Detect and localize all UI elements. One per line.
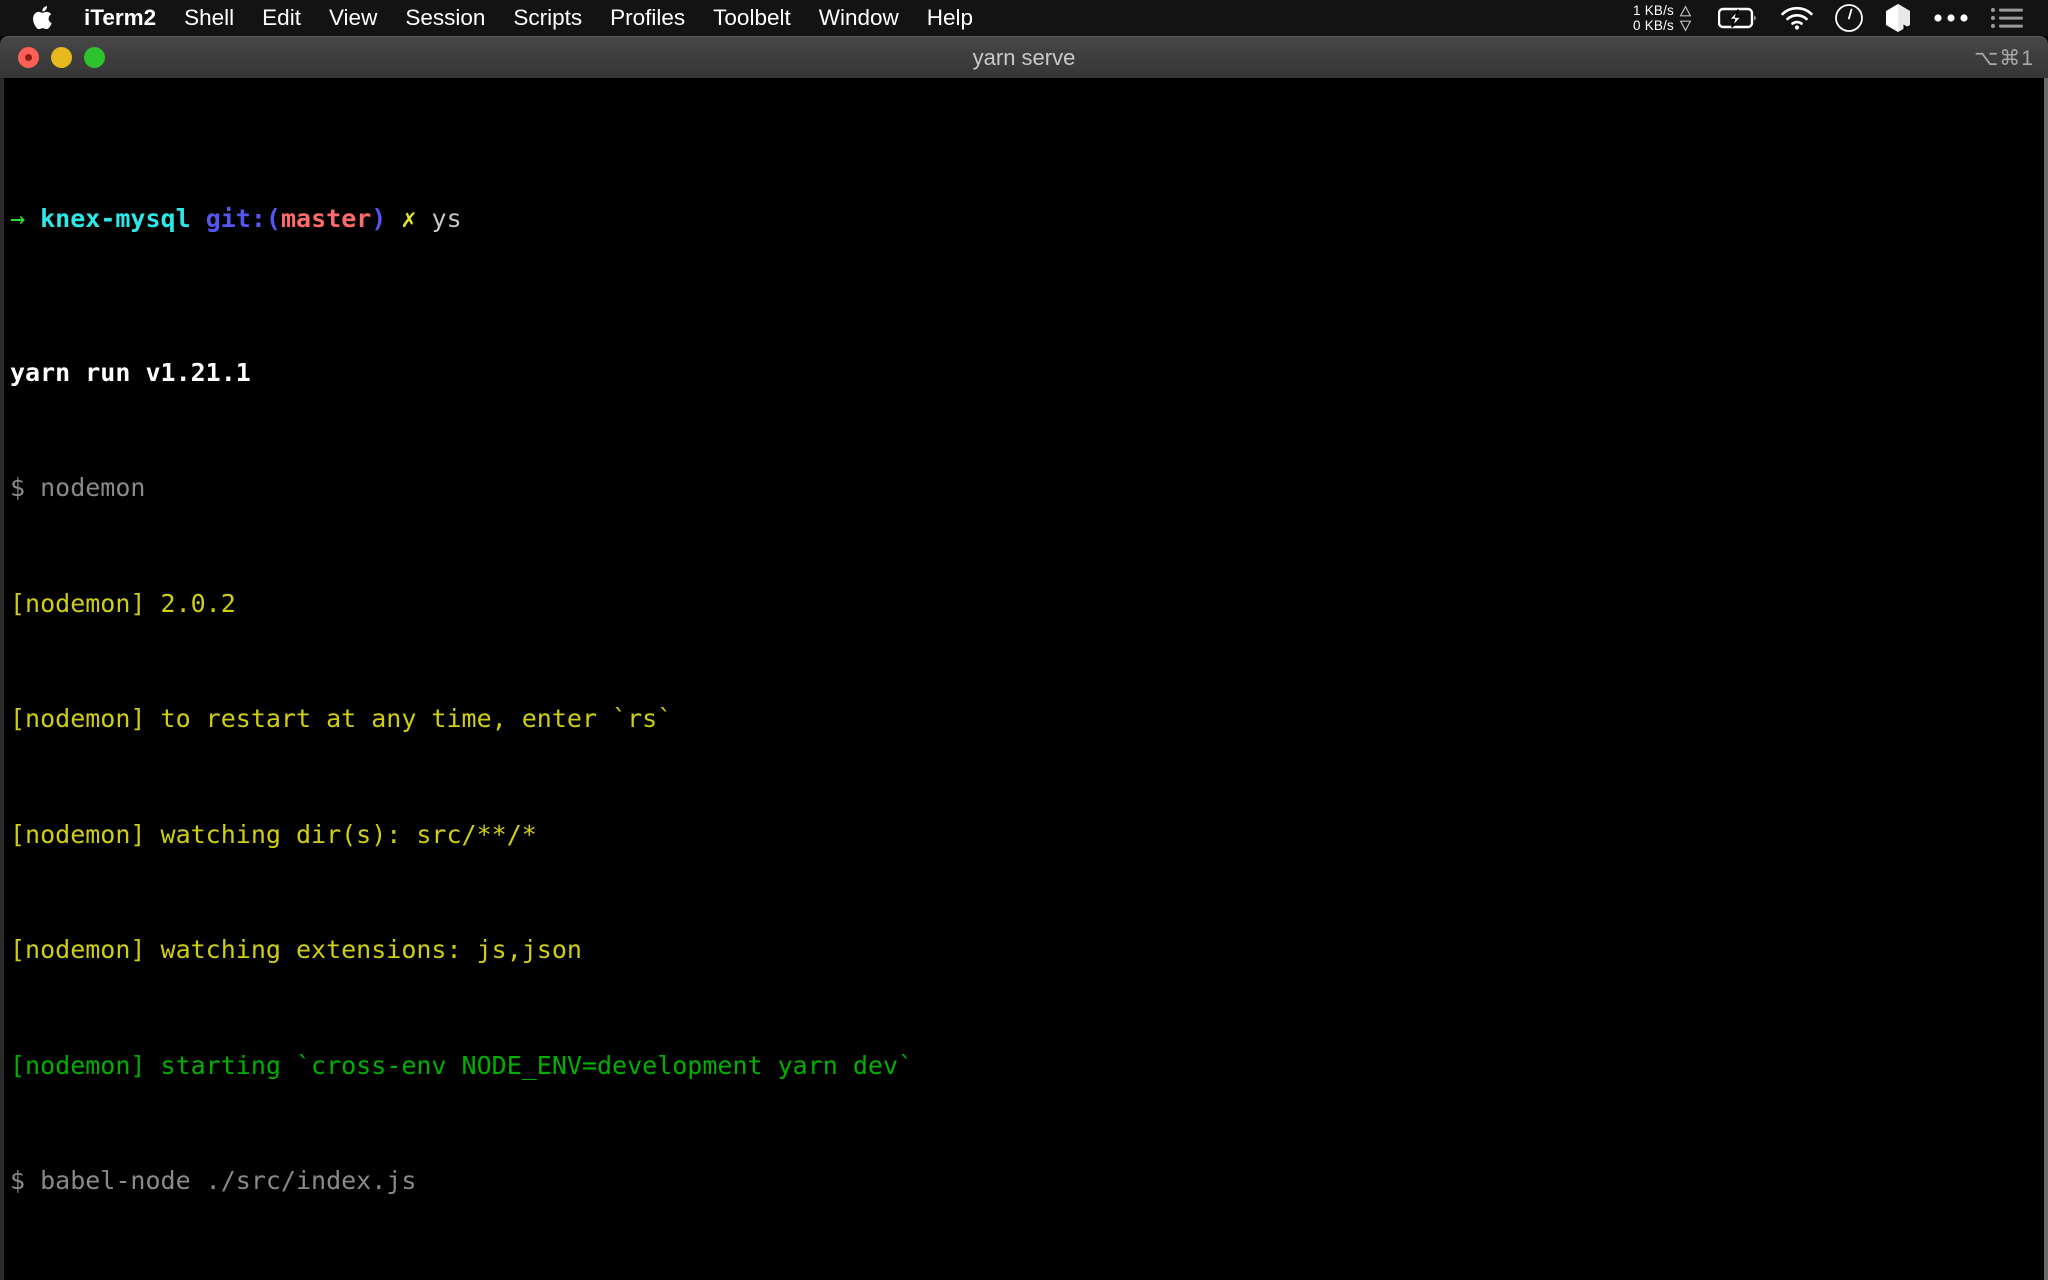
wifi-icon[interactable] bbox=[1770, 0, 1824, 36]
upload-speed-label: 1 KB/s bbox=[1633, 3, 1674, 18]
menu-item-help[interactable]: Help bbox=[913, 0, 987, 36]
menu-item-toolbelt[interactable]: Toolbelt bbox=[699, 0, 805, 36]
terminal-line: $ babel-node ./src/index.js bbox=[10, 1166, 417, 1195]
close-icon bbox=[25, 54, 32, 61]
prompt-arrow-icon: → bbox=[10, 203, 26, 233]
menu-item-view[interactable]: View bbox=[315, 0, 391, 36]
terminal-line: [nodemon] watching extensions: js,json bbox=[10, 935, 582, 964]
prompt-paren-close: ) bbox=[371, 203, 387, 233]
terminal-prompt-line: → knex-mysql git:(master) ✗ ys bbox=[10, 200, 2044, 239]
download-speed-label: 0 KB/s bbox=[1633, 18, 1674, 33]
terminal-line: $ nodemon bbox=[10, 473, 146, 502]
apple-logo-icon[interactable] bbox=[26, 0, 60, 36]
terminal-body[interactable]: → knex-mysql git:(master) ✗ ys yarn run … bbox=[0, 78, 2048, 1280]
terminal-line: yarn run v1.21.1 bbox=[10, 357, 251, 387]
terminal-line: [nodemon] 2.0.2 bbox=[10, 588, 236, 618]
dropbox-icon[interactable] bbox=[1874, 0, 1922, 36]
menubar-items: iTerm2 Shell Edit View Session Scripts P… bbox=[26, 0, 987, 36]
window-titlebar[interactable]: yarn serve ⌥⌘1 bbox=[0, 36, 2048, 78]
menu-item-edit[interactable]: Edit bbox=[248, 0, 315, 36]
control-center-icon[interactable] bbox=[1922, 0, 1980, 36]
prompt-paren-open: ( bbox=[265, 203, 281, 233]
notification-center-icon[interactable] bbox=[1980, 0, 2034, 36]
prompt-dirty-mark-icon: ✗ bbox=[401, 203, 417, 233]
terminal-line: [nodemon] starting `cross-env NODE_ENV=d… bbox=[10, 1050, 914, 1080]
close-button[interactable] bbox=[18, 47, 39, 68]
zoom-button[interactable] bbox=[84, 47, 105, 68]
download-arrow-icon bbox=[1679, 20, 1692, 32]
window-shortcut-badge: ⌥⌘1 bbox=[1974, 46, 2034, 70]
prompt-typed-command: ys bbox=[431, 203, 462, 233]
menu-item-profiles[interactable]: Profiles bbox=[596, 0, 699, 36]
menu-item-iterm2[interactable]: iTerm2 bbox=[70, 0, 170, 36]
prompt-directory: knex-mysql bbox=[40, 203, 191, 233]
traffic-lights bbox=[18, 47, 105, 68]
upload-arrow-icon bbox=[1679, 4, 1692, 16]
prompt-branch: master bbox=[280, 203, 372, 233]
macos-menubar: iTerm2 Shell Edit View Session Scripts P… bbox=[0, 0, 2048, 36]
menu-item-session[interactable]: Session bbox=[391, 0, 499, 36]
battery-charging-icon[interactable] bbox=[1708, 0, 1770, 36]
terminal-line: [nodemon] to restart at any time, enter … bbox=[10, 704, 673, 733]
network-speed-indicator[interactable]: 1 KB/s 0 KB/s bbox=[1633, 3, 1692, 33]
menubar-status-area: 1 KB/s 0 KB/s bbox=[1633, 0, 2034, 36]
menu-item-scripts[interactable]: Scripts bbox=[499, 0, 596, 36]
menu-item-shell[interactable]: Shell bbox=[170, 0, 248, 36]
prompt-git-prefix: git: bbox=[205, 203, 266, 233]
clock-icon[interactable] bbox=[1824, 0, 1874, 36]
minimize-button[interactable] bbox=[51, 47, 72, 68]
menu-item-window[interactable]: Window bbox=[805, 0, 913, 36]
network-arrows bbox=[1679, 4, 1692, 32]
iterm2-window: yarn serve ⌥⌘1 → knex-mysql git:(master)… bbox=[0, 36, 2048, 1280]
terminal-line: [nodemon] watching dir(s): src/**/* bbox=[10, 819, 537, 849]
window-title: yarn serve bbox=[972, 44, 1076, 70]
terminal-output: → knex-mysql git:(master) ✗ ys yarn run … bbox=[4, 78, 2044, 1280]
